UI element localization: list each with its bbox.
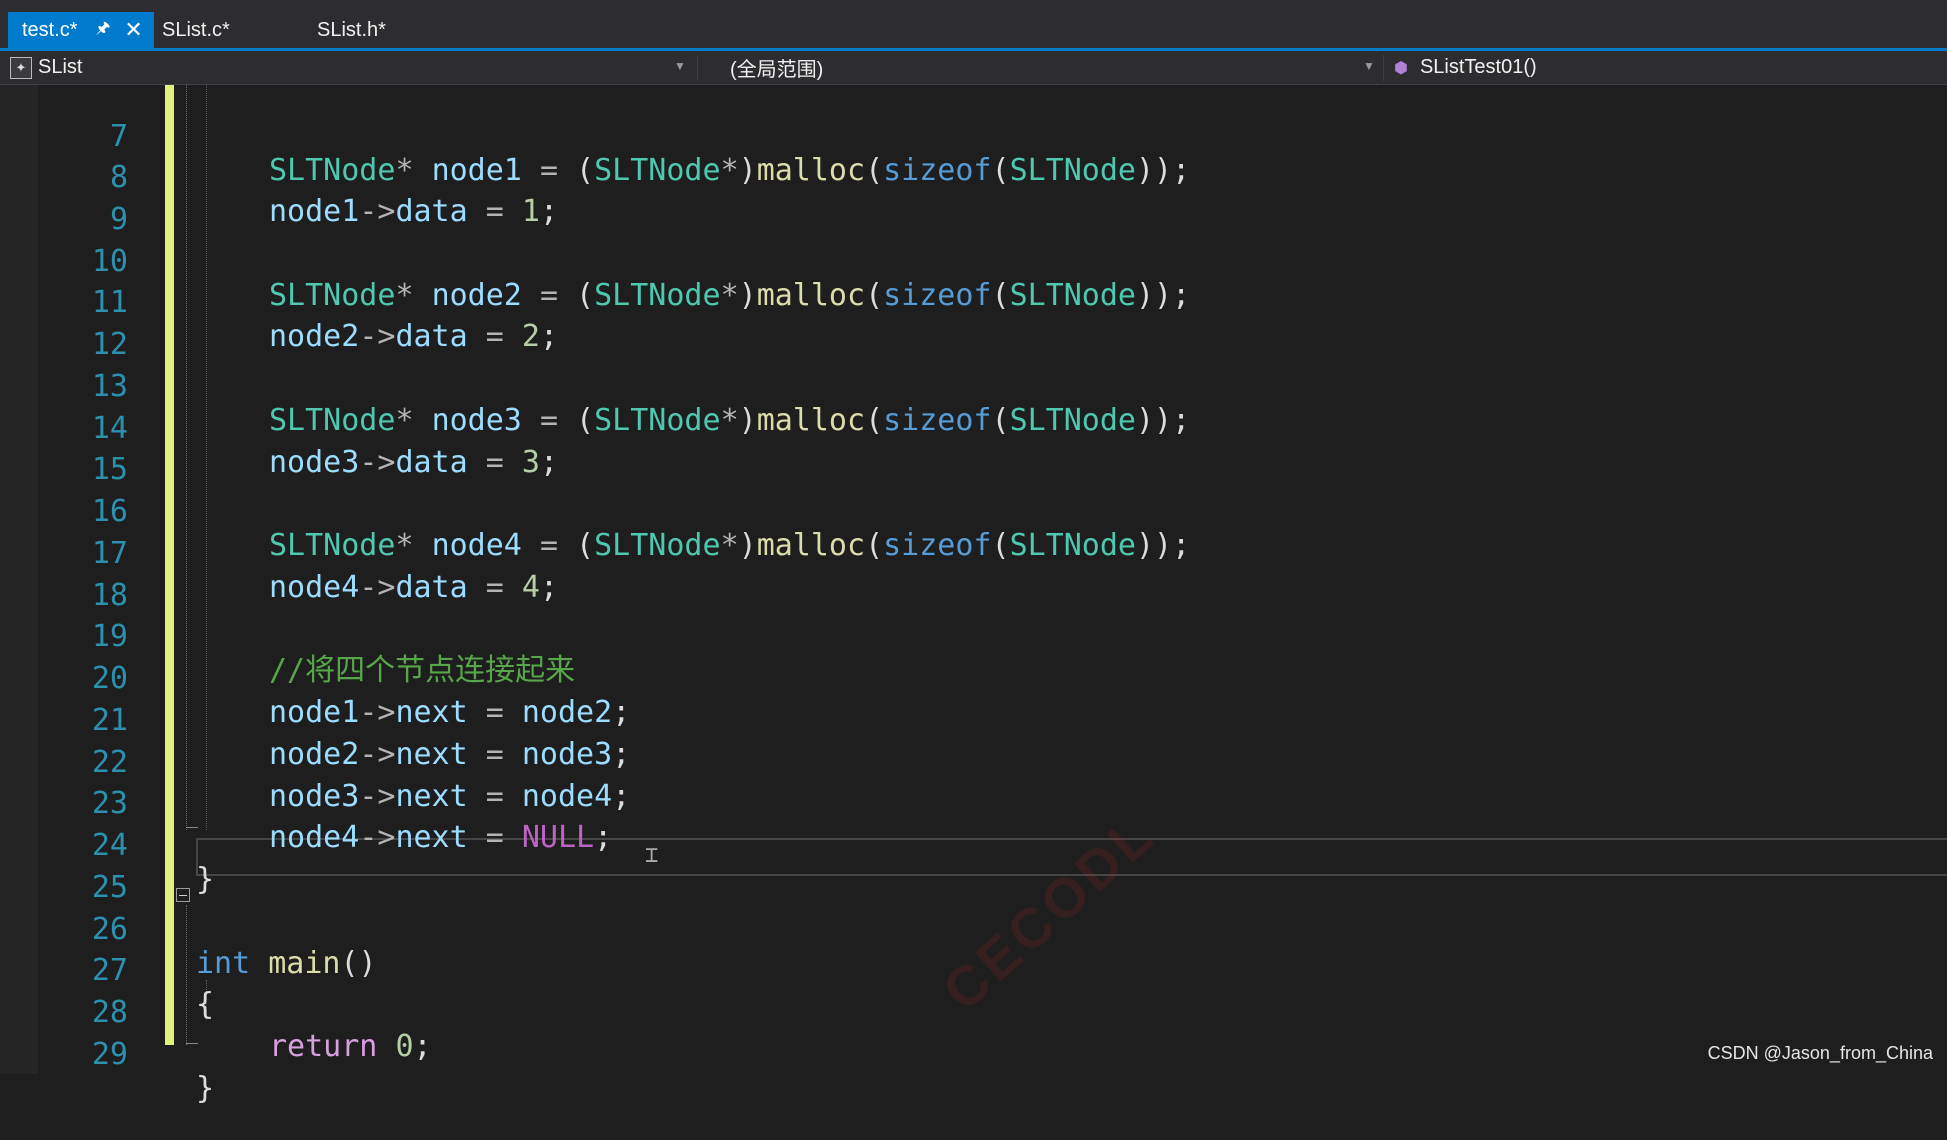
- chevron-down-icon[interactable]: ▼: [674, 59, 686, 73]
- code-line: 24 }: [0, 795, 1947, 897]
- pin-icon[interactable]: 🖈︎: [96, 17, 111, 44]
- credit-label: CSDN @Jason_from_China: [1707, 1043, 1933, 1063]
- brace-guide-end: [186, 1043, 198, 1044]
- project-name: SList: [38, 56, 83, 78]
- tab-label: SList.h*: [317, 18, 386, 41]
- function-cube-icon: ⬢: [1394, 59, 1408, 77]
- code-line: 19 //将四个节点连接起来: [0, 586, 1947, 688]
- code-line: 7 SLTNode* node1 = (SLTNode*)malloc(size…: [0, 86, 1947, 188]
- document-tab-strip: test.c* 🖈︎ ✕ SList.c* SList.h*: [0, 0, 1947, 48]
- tab-label: SList.c*: [162, 18, 230, 41]
- code-line: 20 node1->next = node2;: [0, 628, 1947, 730]
- code-line: 8 node1->data = 1;: [0, 127, 1947, 229]
- code-line: 10 SLTNode* node2 = (SLTNode*)malloc(siz…: [0, 211, 1947, 313]
- scope-name: (全局范围): [730, 59, 824, 81]
- code-line: 23 node4->next = NULL;: [0, 753, 1947, 855]
- code-text: }: [196, 1071, 215, 1106]
- tab-test-c[interactable]: test.c* 🖈︎ ✕: [8, 12, 154, 48]
- code-line: 13 SLTNode* node3 = (SLTNode*)malloc(siz…: [0, 336, 1947, 438]
- code-line: 26 int main(): [0, 879, 1947, 981]
- text-cursor-ibeam-icon: ⌶: [645, 843, 659, 868]
- code-line: 16 SLTNode* node4 = (SLTNode*)malloc(siz…: [0, 461, 1947, 563]
- member-name: SListTest01(): [1419, 56, 1537, 78]
- member-dropdown[interactable]: ⬢ SListTest01(): [1390, 51, 1940, 84]
- code-line: 11 node2->data = 2;: [0, 252, 1947, 354]
- code-line: 14 node3->data = 3;: [0, 378, 1947, 480]
- divider: [1383, 55, 1384, 81]
- code-line: 12: [0, 294, 1947, 362]
- code-line: 15: [0, 419, 1947, 487]
- navigation-bar: ✦ SList ▼ (全局范围) ▼ ⬢ SListTest01(): [0, 51, 1947, 85]
- tab-slist-c[interactable]: SList.c*: [148, 12, 308, 48]
- project-icon: ✦: [10, 56, 32, 79]
- project-dropdown[interactable]: ✦ SList ▼: [10, 51, 690, 84]
- tab-slist-h[interactable]: SList.h*: [303, 12, 443, 48]
- code-line: 18: [0, 545, 1947, 613]
- close-icon[interactable]: ✕: [124, 19, 142, 41]
- code-line: 9: [0, 169, 1947, 237]
- tab-label: test.c*: [22, 18, 78, 41]
- code-editor[interactable]: 7 SLTNode* node1 = (SLTNode*)malloc(size…: [0, 85, 1947, 1106]
- scope-dropdown[interactable]: (全局范围) ▼: [730, 51, 1380, 84]
- divider: [697, 55, 698, 81]
- code-line: 21 node2->next = node3;: [0, 670, 1947, 772]
- code-line: 22 node3->next = node4;: [0, 712, 1947, 814]
- chevron-down-icon[interactable]: ▼: [1363, 59, 1375, 73]
- code-line: 25: [0, 837, 1947, 905]
- code-line: 17 node4->data = 4;: [0, 503, 1947, 605]
- line-number: 29: [91, 1037, 128, 1072]
